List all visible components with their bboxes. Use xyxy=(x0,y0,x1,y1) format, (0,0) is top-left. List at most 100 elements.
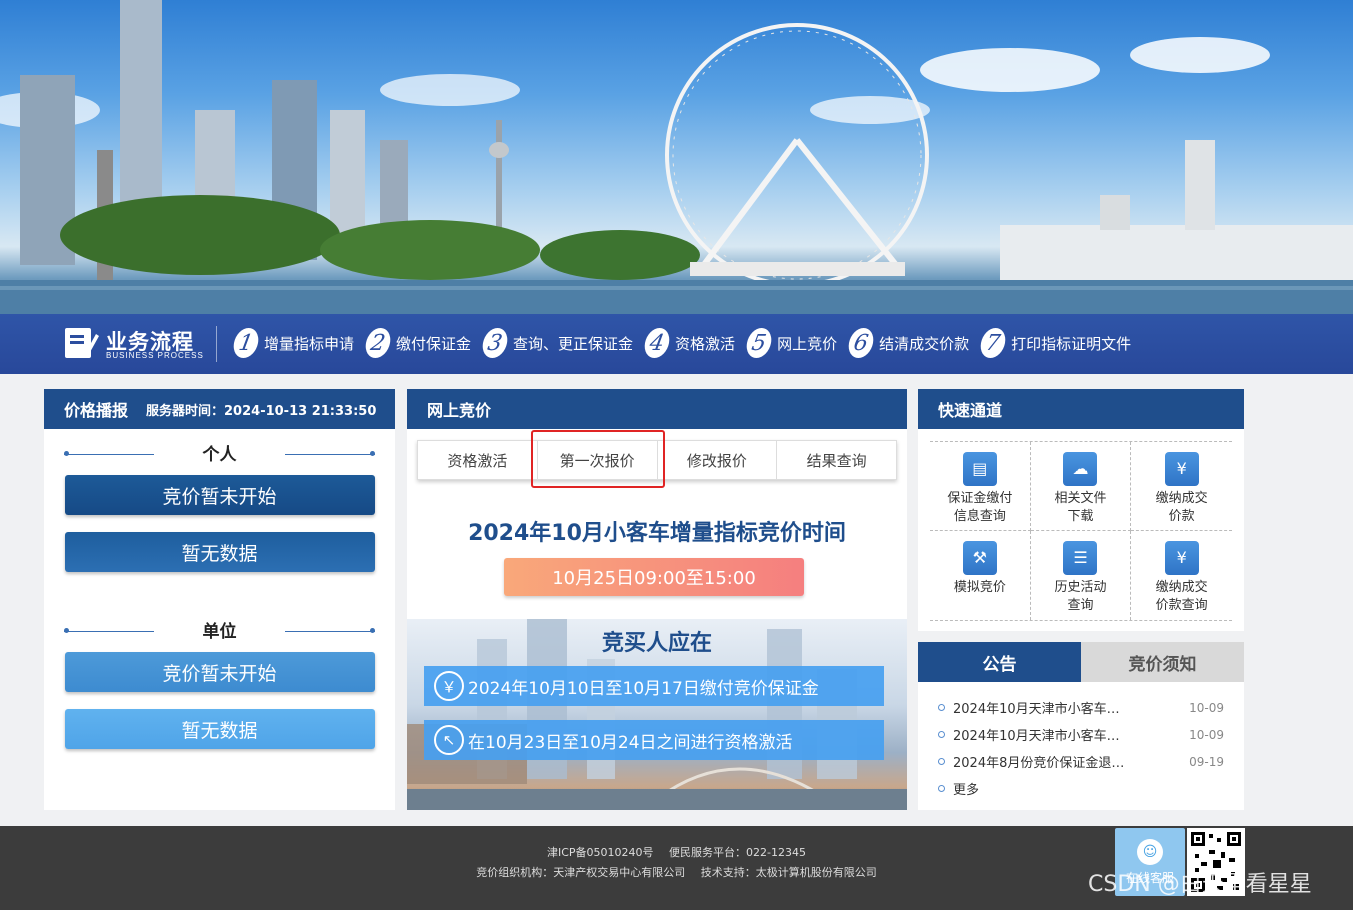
quick-link-file-download[interactable]: ☁ 相关文件 下载 xyxy=(1030,442,1132,531)
panel-header: 快速通道 xyxy=(918,389,1244,429)
cloud-download-icon: ☁ xyxy=(1063,452,1098,486)
quick-link-label: 查询 xyxy=(1067,598,1094,613)
quick-link-label: 历史活动 xyxy=(1054,580,1107,595)
panel-title: 价格播报 xyxy=(64,401,129,420)
section-heading-text: 个人 xyxy=(202,444,237,465)
section-heading-personal: 个人 xyxy=(44,437,395,467)
bullet-icon xyxy=(938,785,945,792)
notice-more-link[interactable]: 更多 xyxy=(938,775,1224,802)
notice-title[interactable]: 2024年10月天津市小客车… xyxy=(953,725,1133,744)
personal-data-button[interactable]: 暂无数据 xyxy=(64,532,375,572)
quick-link-deposit-query[interactable]: ▤ 保证金缴付 信息查询 xyxy=(930,442,1031,531)
notice-tabs: 公告 竞价须知 xyxy=(918,642,1244,682)
decorative-dot xyxy=(64,451,69,456)
quick-link-label: 价款 xyxy=(1168,509,1195,524)
step-label: 资格激活 xyxy=(675,334,736,353)
tab-bidding-rules[interactable]: 竞价须知 xyxy=(1081,642,1244,682)
icp-number[interactable]: 津ICP备05010240号 xyxy=(547,846,654,859)
quick-link-label: 模拟竞价 xyxy=(953,580,1006,595)
decorative-line xyxy=(64,622,154,632)
business-process-bar: 业务流程 BUSINESS PROCESS 1 增量指标申请 2 缴付保证金 3 查询… xyxy=(0,314,1353,374)
quick-link-label: 缴纳成交 xyxy=(1155,580,1208,595)
tab-modify-bid[interactable]: 修改报价 xyxy=(658,441,778,479)
notice-date: 10-09 xyxy=(1189,700,1224,715)
money-search-icon: ¥ xyxy=(1164,541,1199,575)
tab-announcement[interactable]: 公告 xyxy=(918,642,1081,682)
notice-panel: 公告 竞价须知 2024年10月天津市小客车… 10-09 2024年10月天津… xyxy=(918,642,1244,810)
process-step-7[interactable]: 7 打印指标证明文件 xyxy=(978,328,1132,358)
quick-link-label: 缴纳成交 xyxy=(1155,491,1208,506)
header-banner xyxy=(0,0,1353,316)
personal-status-button[interactable]: 竞价暂未开始 xyxy=(64,475,375,515)
bullet-icon xyxy=(938,758,945,765)
quick-link-label: 相关文件 xyxy=(1054,491,1107,506)
notice-item[interactable]: 2024年10月天津市小客车… 10-09 xyxy=(938,694,1224,721)
bidder-instruction-title: 竞买人应在 xyxy=(601,631,712,656)
price-broadcast-panel: 价格播报 服务器时间：2024-10-13 21:33:50 个人 竞价暂未开始… xyxy=(44,389,395,810)
step-number: 7 xyxy=(978,328,1008,358)
process-step-6[interactable]: 6 结清成交价款 xyxy=(846,328,970,358)
unit-status-button[interactable]: 竞价暂未开始 xyxy=(64,652,375,692)
decorative-line xyxy=(64,445,154,455)
bullet-icon xyxy=(938,704,945,711)
document-icon xyxy=(65,328,99,358)
panel-title: 快速通道 xyxy=(938,401,1003,420)
quick-link-simulated-bid[interactable]: ⚒ 模拟竞价 xyxy=(930,531,1031,620)
notice-item[interactable]: 2024年8月份竞价保证金退… 09-19 xyxy=(938,748,1224,775)
step-number: 6 xyxy=(846,328,876,358)
process-step-5[interactable]: 5 网上竞价 xyxy=(744,328,838,358)
step-number: 4 xyxy=(642,328,672,358)
yuan-icon: ￥ xyxy=(434,671,464,701)
tab-result-query[interactable]: 结果查询 xyxy=(777,441,896,479)
server-time: 服务器时间：2024-10-13 21:33:50 xyxy=(146,403,377,419)
quick-link-label: 价款查询 xyxy=(1155,598,1208,613)
money-bag-icon: ¥ xyxy=(1164,452,1199,486)
online-bidding-panel: 网上竞价 资格激活 第一次报价 修改报价 结果查询 2024年10月小客车增量指… xyxy=(407,389,907,810)
tech-support: 技术支持：太极计算机股份有限公司 xyxy=(700,866,877,879)
quick-access-panel: 快速通道 ▤ 保证金缴付 信息查询 ☁ 相关文件 下载 ¥ 缴纳成交 价款 ⚒ … xyxy=(918,389,1244,631)
step-number: 3 xyxy=(480,328,510,358)
section-heading-unit: 单位 xyxy=(44,614,395,644)
unit-data-button[interactable]: 暂无数据 xyxy=(64,709,375,749)
chat-bubble-icon: ☺ xyxy=(1137,838,1163,865)
process-step-2[interactable]: 2 缴付保证金 xyxy=(363,328,472,358)
step-label: 结清成交价款 xyxy=(879,334,970,353)
tianjin-skyline-illustration xyxy=(0,0,1353,316)
bullet-icon xyxy=(938,731,945,738)
panel-title: 网上竞价 xyxy=(427,401,492,420)
process-step-4[interactable]: 4 资格激活 xyxy=(642,328,736,358)
quick-link-history[interactable]: ☰ 历史活动 查询 xyxy=(1031,531,1132,620)
decorative-dot xyxy=(370,628,375,633)
tab-first-bid[interactable]: 第一次报价 xyxy=(538,441,658,479)
decorative-dot xyxy=(370,451,375,456)
more-link-text[interactable]: 更多 xyxy=(953,779,1133,798)
notice-list: 2024年10月天津市小客车… 10-09 2024年10月天津市小客车… 10… xyxy=(918,682,1244,802)
gavel-icon: ⚒ xyxy=(962,541,997,575)
step-label: 查询、更正保证金 xyxy=(513,334,634,353)
cursor-icon: ↖ xyxy=(434,725,464,755)
quick-link-payment-query[interactable]: ¥ 缴纳成交 价款查询 xyxy=(1131,531,1232,620)
bidding-tabs: 资格激活 第一次报价 修改报价 结果查询 xyxy=(417,440,897,480)
quick-link-label: 信息查询 xyxy=(953,509,1006,524)
step-label: 网上竞价 xyxy=(777,334,838,353)
bidding-time-range: 10月25日09:00至15:00 xyxy=(504,558,804,596)
decorative-dot xyxy=(64,628,69,633)
step-number: 1 xyxy=(231,328,261,358)
notice-title[interactable]: 2024年10月天津市小客车… xyxy=(953,698,1133,717)
info-text: 在10月23日至10月24日之间进行资格激活 xyxy=(468,732,793,753)
quick-access-grid: ▤ 保证金缴付 信息查询 ☁ 相关文件 下载 ¥ 缴纳成交 价款 ⚒ 模拟竞价 … xyxy=(930,441,1232,621)
step-number: 2 xyxy=(363,328,393,358)
step-label: 打印指标证明文件 xyxy=(1011,334,1132,353)
calendar-icon: ☰ xyxy=(1063,541,1098,575)
decorative-line xyxy=(285,622,375,632)
process-step-1[interactable]: 1 增量指标申请 xyxy=(231,328,354,358)
quick-link-pay-price[interactable]: ¥ 缴纳成交 价款 xyxy=(1131,442,1232,531)
step-label: 缴付保证金 xyxy=(396,334,472,353)
decorative-line xyxy=(285,445,375,455)
panel-header: 网上竞价 xyxy=(407,389,907,429)
deposit-info-bar: ￥ 2024年10月10日至10月17日缴付竞价保证金 xyxy=(424,666,884,706)
tab-activation[interactable]: 资格激活 xyxy=(418,441,538,479)
process-step-3[interactable]: 3 查询、更正保证金 xyxy=(480,328,634,358)
notice-item[interactable]: 2024年10月天津市小客车… 10-09 xyxy=(938,721,1224,748)
notice-title[interactable]: 2024年8月份竞价保证金退… xyxy=(953,752,1133,771)
